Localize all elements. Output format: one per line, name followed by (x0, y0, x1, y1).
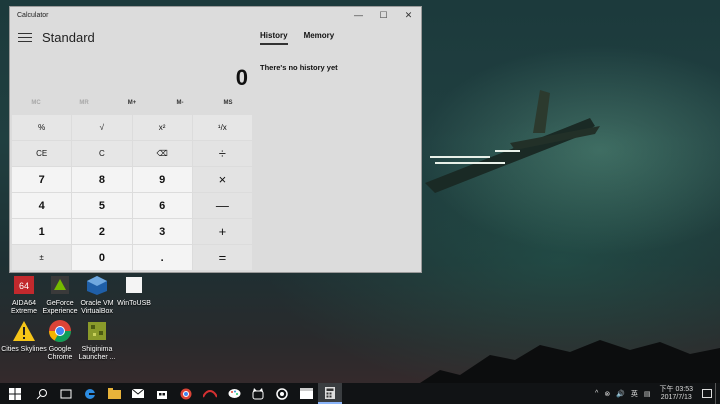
memory-store-button[interactable]: MS (204, 100, 252, 106)
keypad: % √ x² ¹/x CE C ⌫ ÷ 7 8 9 × 4 5 6 — 1 2 … (12, 115, 252, 270)
chrome-taskbar-icon[interactable] (174, 383, 198, 404)
cat-app-icon[interactable] (246, 383, 270, 404)
keyboard-icon[interactable]: ▤ (641, 390, 654, 398)
divide-button[interactable]: ÷ (192, 141, 252, 166)
memory-recall-button[interactable]: MR (60, 100, 108, 106)
add-button[interactable]: + (192, 219, 252, 244)
digit-7-button[interactable]: 7 (12, 167, 72, 192)
percent-button[interactable]: % (12, 115, 72, 140)
tab-memory[interactable]: Memory (304, 31, 335, 45)
show-hidden-icons-icon[interactable]: ^ (592, 390, 601, 397)
digit-0-button[interactable]: 0 (72, 245, 132, 270)
mountains-wallpaper (420, 340, 720, 383)
svg-text:64: 64 (19, 281, 29, 291)
maximize-button[interactable]: ☐ (371, 7, 396, 23)
file-explorer-icon[interactable] (102, 383, 126, 404)
volume-icon[interactable]: 🔊 (613, 390, 628, 398)
start-button[interactable] (0, 383, 30, 404)
history-memory-tabs: History Memory (260, 31, 334, 45)
equals-button[interactable]: = (192, 245, 252, 270)
window-title: Calculator (17, 11, 49, 19)
clock[interactable]: 下午 03:53 2017/7/13 (654, 386, 699, 402)
digit-5-button[interactable]: 5 (72, 193, 132, 218)
chrome-icon (47, 318, 73, 344)
calculator-window: Calculator — ☐ ✕ Standard 0 MC MR M+ M- … (9, 6, 422, 273)
clear-button[interactable]: C (72, 141, 132, 166)
wintousb-icon (121, 272, 147, 298)
hamburger-menu-icon[interactable] (18, 30, 32, 45)
edge-browser-icon[interactable] (78, 383, 102, 404)
negate-button[interactable]: ± (12, 245, 72, 270)
search-icon[interactable] (30, 383, 54, 404)
clock-time: 下午 03:53 (659, 385, 693, 393)
media-player-icon[interactable] (270, 383, 294, 404)
geforce-icon (47, 272, 73, 298)
digit-6-button[interactable]: 6 (132, 193, 192, 218)
network-icon[interactable]: ⊗ (601, 390, 613, 398)
msi-afterburner-icon[interactable] (198, 383, 222, 404)
minecraft-launcher-icon (84, 318, 110, 344)
history-empty-message: There's no history yet (260, 63, 338, 72)
calculator-taskbar-icon[interactable] (318, 383, 342, 404)
task-view-icon[interactable] (54, 383, 78, 404)
backspace-button[interactable]: ⌫ (132, 141, 192, 166)
virtualbox-icon (84, 272, 110, 298)
airplane-wallpaper (425, 90, 600, 193)
cities-skylines-icon (11, 318, 37, 344)
mode-title: Standard (42, 29, 95, 45)
digit-3-button[interactable]: 3 (132, 219, 192, 244)
store-icon[interactable] (150, 383, 174, 404)
subtract-button[interactable]: — (192, 193, 252, 218)
memory-subtract-button[interactable]: M- (156, 100, 204, 106)
mail-icon[interactable] (126, 383, 150, 404)
desktop-icon-shiginima[interactable]: Shiginima Launcher ... (73, 318, 121, 362)
digit-9-button[interactable]: 9 (132, 167, 192, 192)
close-button[interactable]: ✕ (396, 7, 421, 23)
reciprocal-button[interactable]: ¹/x (192, 115, 252, 140)
show-desktop-button[interactable] (715, 383, 720, 404)
desktop-icon-label: Shiginima Launcher ... (78, 346, 116, 361)
result-display: 0 (235, 65, 248, 90)
clear-entry-button[interactable]: CE (12, 141, 72, 166)
desktop-icon-label: WinToUSB (117, 300, 151, 307)
digit-8-button[interactable]: 8 (72, 167, 132, 192)
tab-history[interactable]: History (260, 31, 288, 45)
action-center-icon[interactable] (699, 383, 715, 404)
title-bar[interactable]: Calculator — ☐ ✕ (10, 7, 421, 23)
desktop-icon-wintousb[interactable]: WinToUSB (110, 272, 158, 308)
memory-row: MC MR M+ M- MS (12, 100, 252, 106)
digit-1-button[interactable]: 1 (12, 219, 72, 244)
square-root-button[interactable]: √ (72, 115, 132, 140)
input-method-icon[interactable]: 英 (628, 389, 641, 399)
video-editor-icon[interactable] (294, 383, 318, 404)
digit-4-button[interactable]: 4 (12, 193, 72, 218)
digit-2-button[interactable]: 2 (72, 219, 132, 244)
multiply-button[interactable]: × (192, 167, 252, 192)
paint-icon[interactable] (222, 383, 246, 404)
taskbar: ^ ⊗ 🔊 英 ▤ 下午 03:53 2017/7/13 (0, 383, 720, 404)
memory-clear-button[interactable]: MC (12, 100, 60, 106)
aida64-icon: 64 (11, 272, 37, 298)
square-button[interactable]: x² (132, 115, 192, 140)
clock-date: 2017/7/13 (660, 393, 692, 401)
memory-add-button[interactable]: M+ (108, 100, 156, 106)
decimal-button[interactable]: . (132, 245, 192, 270)
minimize-button[interactable]: — (346, 7, 371, 23)
system-tray: ^ ⊗ 🔊 英 ▤ 下午 03:53 2017/7/13 (592, 383, 720, 404)
